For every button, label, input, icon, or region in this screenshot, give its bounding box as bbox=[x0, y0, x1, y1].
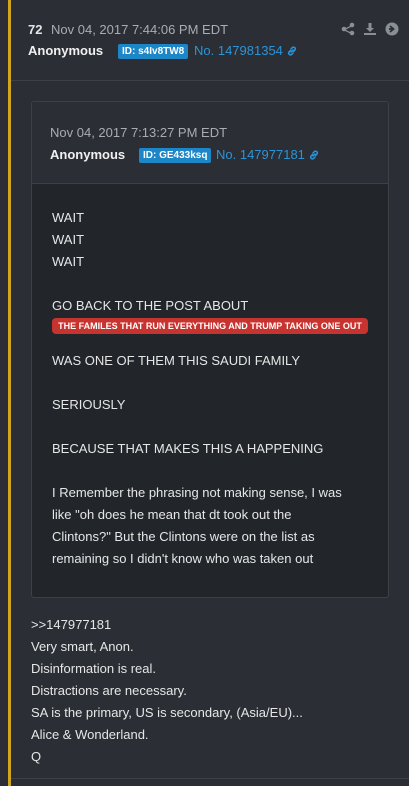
quoted-post-header: Nov 04, 2017 7:13:27 PM EDT Anonymous ID… bbox=[32, 102, 388, 184]
share-icon[interactable] bbox=[341, 22, 355, 36]
body-line: SERIOUSLY bbox=[52, 397, 126, 412]
post-date: Nov 04, 2017 7:44:06 PM EDT bbox=[51, 22, 229, 37]
quoted-post-number-link[interactable]: No. 147977181 bbox=[216, 147, 320, 164]
goto-icon[interactable] bbox=[385, 22, 399, 36]
body-line: WAIT bbox=[52, 210, 85, 225]
quoted-post-number-text[interactable]: No. 147977181 bbox=[216, 147, 305, 162]
body-line: WAIT bbox=[52, 254, 85, 269]
post-number-text[interactable]: No. 147981354 bbox=[194, 43, 283, 58]
post-card: 72 Nov 04, 2017 7:44:06 PM EDT Anonymous… bbox=[8, 0, 409, 786]
body-line: GO BACK TO THE POST ABOUT bbox=[52, 298, 249, 313]
body-line: remaining so I didn't know who was taken… bbox=[52, 551, 314, 566]
body-line: Very smart, Anon. bbox=[31, 639, 134, 654]
post-number-link[interactable]: No. 147981354 bbox=[194, 43, 298, 60]
body-line: WAS ONE OF THEM THIS SAUDI FAMILY bbox=[52, 353, 300, 368]
body-line: WAIT bbox=[52, 232, 85, 247]
body-line: Clintons?" But the Clintons were on the … bbox=[52, 529, 315, 544]
quoted-post: Nov 04, 2017 7:13:27 PM EDT Anonymous ID… bbox=[31, 101, 389, 598]
post-author: Anonymous bbox=[28, 43, 104, 58]
quoted-post-body: WAIT WAIT WAIT GO BACK TO THE POST ABOUT… bbox=[52, 207, 370, 570]
body-line: Q bbox=[31, 749, 42, 764]
poster-id-badge[interactable]: ID: s4Iv8TW8 bbox=[118, 44, 189, 59]
body-line: SA is the primary, US is secondary, (Asi… bbox=[31, 705, 303, 720]
download-icon[interactable] bbox=[363, 22, 377, 36]
body-line: Disinformation is real. bbox=[31, 661, 156, 676]
post-number: 72 bbox=[28, 22, 43, 37]
body-line: Distractions are necessary. bbox=[31, 683, 187, 698]
quoted-poster-id-badge[interactable]: ID: GE433ksq bbox=[139, 148, 212, 163]
quote-reference-link[interactable]: >>147977181 bbox=[31, 614, 303, 636]
quoted-post-date: Nov 04, 2017 7:13:27 PM EDT bbox=[50, 125, 228, 140]
post-body: >>147977181 Very smart, Anon. Disinforma… bbox=[31, 614, 303, 768]
body-line: I Remember the phrasing not making sense… bbox=[52, 485, 342, 500]
highlighted-text: THE FAMILES THAT RUN EVERYTHING AND TRUM… bbox=[52, 318, 368, 334]
post-actions bbox=[341, 22, 399, 36]
body-line: like "oh does he mean that dt took out t… bbox=[52, 507, 292, 522]
post-header: 72 Nov 04, 2017 7:44:06 PM EDT Anonymous… bbox=[11, 0, 409, 81]
link-icon[interactable] bbox=[286, 45, 298, 60]
body-line: BECAUSE THAT MAKES THIS A HAPPENING bbox=[52, 441, 324, 456]
divider bbox=[11, 778, 409, 779]
quoted-post-author: Anonymous bbox=[50, 147, 126, 162]
link-icon[interactable] bbox=[308, 149, 320, 164]
body-line: Alice & Wonderland. bbox=[31, 727, 149, 742]
